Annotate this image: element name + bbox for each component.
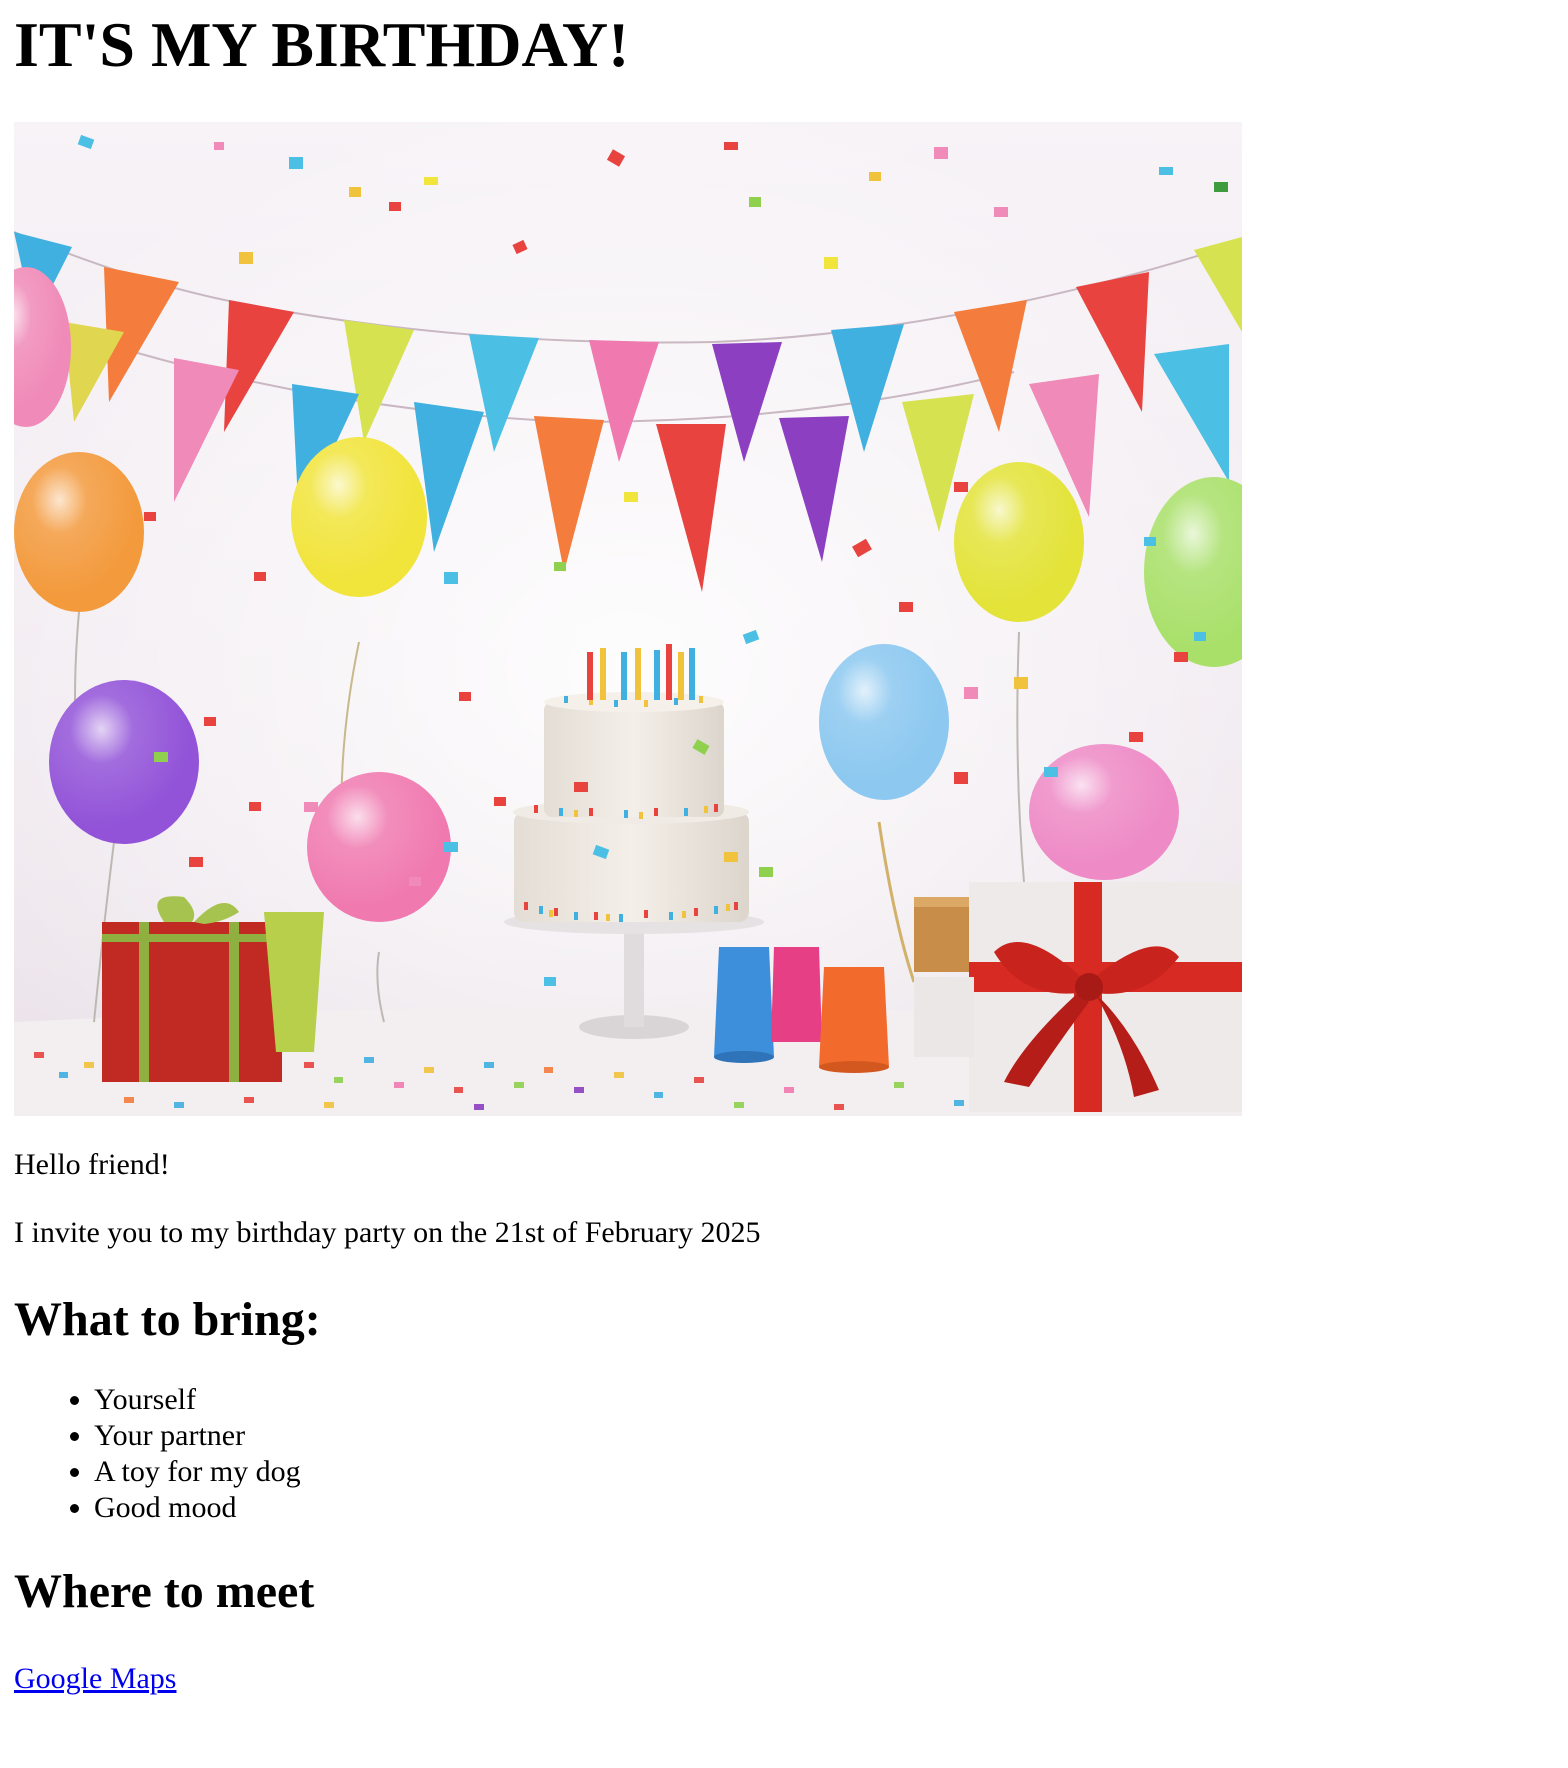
birthday-party-image: [14, 122, 1242, 1116]
bring-list: Yourself Your partner A toy for my dog G…: [14, 1382, 1554, 1526]
where-to-meet-heading: Where to meet: [14, 1565, 315, 1618]
what-to-bring-heading: What to bring:: [14, 1293, 321, 1346]
page-content: IT'S MY BIRTHDAY! Hello friend! I invite…: [14, 0, 1554, 1696]
list-item: Your partner: [94, 1418, 1554, 1454]
greeting-text: Hello friend!: [14, 1148, 170, 1181]
invitation-text: I invite you to my birthday party on the…: [14, 1216, 761, 1249]
list-item: A toy for my dog: [94, 1454, 1554, 1490]
list-item: Good mood: [94, 1490, 1554, 1526]
list-item: Yourself: [94, 1382, 1554, 1418]
google-maps-link[interactable]: Google Maps: [14, 1662, 176, 1696]
page-title: IT'S MY BIRTHDAY!: [14, 9, 630, 80]
